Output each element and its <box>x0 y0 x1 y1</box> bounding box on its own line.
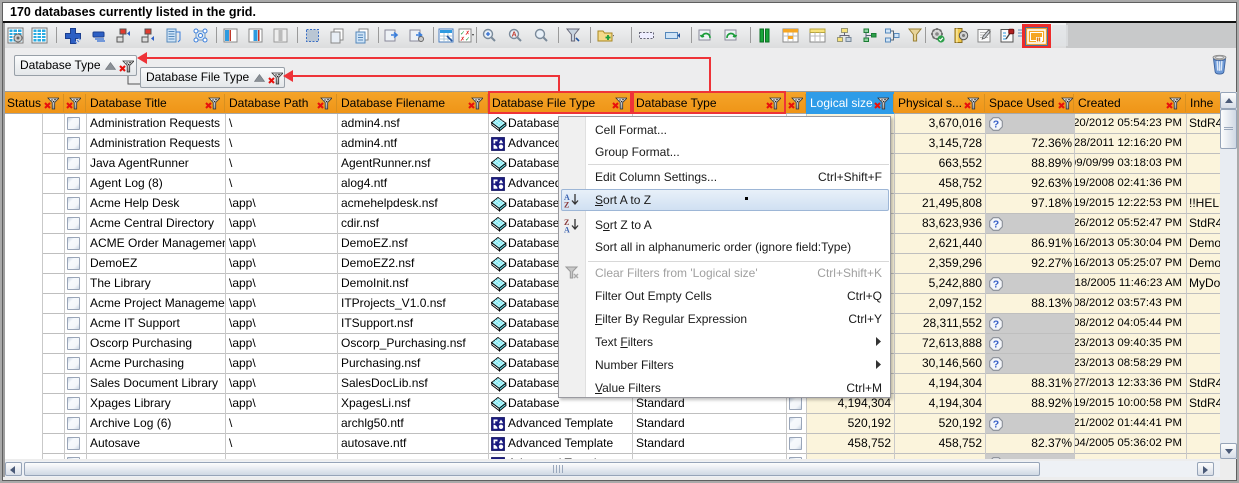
svg-text:A: A <box>564 225 570 233</box>
svg-text:?: ? <box>993 339 999 351</box>
svg-text:Z: Z <box>564 201 569 209</box>
svg-text:?: ? <box>993 219 999 231</box>
svg-text:?: ? <box>993 119 999 131</box>
svg-text:✗: ✗ <box>465 30 470 37</box>
svg-text:?: ? <box>993 359 999 371</box>
svg-text:?: ? <box>993 279 999 291</box>
svg-text:?: ? <box>993 459 999 460</box>
svg-text:?: ? <box>993 419 999 431</box>
svg-text:A: A <box>512 32 517 39</box>
svg-text:✓: ✓ <box>465 37 470 43</box>
svg-text:?: ? <box>993 319 999 331</box>
